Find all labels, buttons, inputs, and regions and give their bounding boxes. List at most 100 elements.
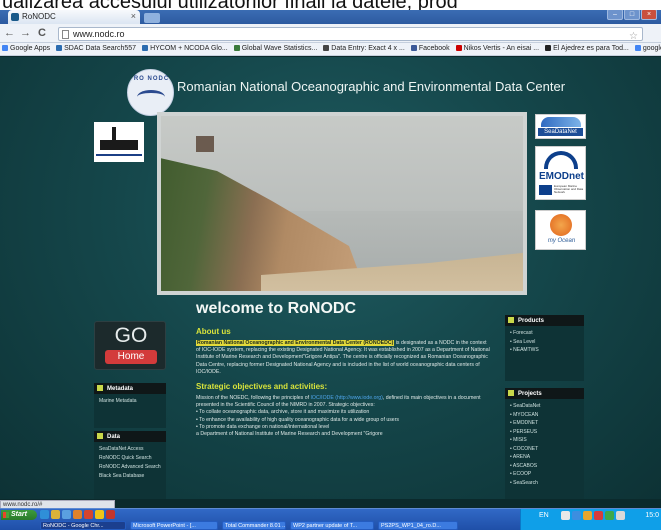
project-link[interactable]: • EMODNET (510, 420, 580, 426)
objective-item: • To collate oceanographic data, archive… (196, 409, 370, 416)
institute-logo[interactable] (94, 122, 144, 162)
bookmark-label: El Ajedrez es para Tod... (553, 45, 629, 52)
project-link[interactable]: • ARENA (510, 454, 580, 460)
tray-icons (561, 511, 625, 520)
forward-arrow-icon[interactable]: → (20, 27, 31, 39)
taskbar-button[interactable]: RoNODC - Google Chr... (40, 521, 126, 530)
quick-launch (40, 510, 115, 519)
data-title: Data (107, 434, 121, 440)
desktop-icon[interactable] (62, 510, 71, 519)
seadatanet-label: SeaDataNet (538, 128, 583, 136)
myocean-logo[interactable]: my Ocean (535, 210, 586, 250)
maximize-icon[interactable]: □ (624, 9, 640, 20)
home-label: Home (105, 350, 157, 364)
tray-icon[interactable] (572, 511, 581, 520)
chrome-icon[interactable] (95, 510, 104, 519)
project-link[interactable]: • ECOOP (510, 471, 580, 477)
metadata-title: Metadata (107, 386, 134, 392)
bookmark-item[interactable]: Facebook (409, 43, 454, 52)
centre-name-link[interactable]: Romanian National Oceanographic and Envi… (196, 340, 395, 346)
product-link[interactable]: • Forecast (510, 330, 580, 336)
site-title: Romanian National Oceanographic and Envi… (177, 79, 566, 94)
bookmark-label: Global Wave Statistics... (241, 45, 318, 52)
bookmark-item[interactable]: Global Wave Statistics... (232, 43, 322, 52)
bookmark-item[interactable]: google.com (633, 43, 661, 52)
emodnet-arc-icon (544, 151, 578, 169)
taskbar-button[interactable]: WP2 partner update of T... (290, 521, 374, 530)
office-icon[interactable] (84, 510, 93, 519)
tab-ronodc[interactable]: RoNODC × (8, 10, 140, 24)
emodnet-subtitle: European Marine Observation and Data Net… (554, 184, 584, 194)
taskbar-button[interactable]: Total Commander 8.01 ... (222, 521, 286, 530)
seadatanet-graphic (541, 117, 581, 127)
metadata-header: Metadata (94, 383, 166, 394)
project-link[interactable]: • SeaDataNet (510, 403, 580, 409)
mast-shape (112, 127, 116, 141)
seadatanet-logo[interactable]: SeaDataNet (535, 114, 586, 139)
reload-icon[interactable]: C (38, 27, 46, 39)
emodnet-logo[interactable]: EMODnet European Marine Observation and … (535, 146, 586, 200)
metadata-link[interactable]: Marine Metadata (99, 398, 162, 404)
about-title: About us (196, 327, 231, 336)
clock[interactable]: 15:0 (645, 512, 659, 519)
network-icon[interactable] (605, 511, 614, 520)
product-link[interactable]: • NEAMTWS (510, 347, 580, 353)
new-tab-button[interactable] (144, 13, 160, 23)
bookmark-icon (545, 45, 552, 51)
project-link[interactable]: • ASCABOS (510, 463, 580, 469)
iode-link[interactable]: IOC/IODE (http://www.iode.org) (310, 395, 382, 401)
bookmark-item[interactable]: El Ajedrez es para Tod... (543, 43, 633, 52)
bookmark-icon (2, 45, 8, 51)
minimize-icon[interactable]: – (607, 9, 623, 20)
taskbar-button[interactable]: PS2PS_WP1_04_ro.D... (378, 521, 458, 530)
strategic-paragraph: Mission of the NOEDC, following the prin… (196, 395, 490, 409)
bookmark-label: SDAC Data Search557 (64, 45, 137, 52)
language-indicator[interactable]: EN (539, 512, 549, 519)
projects-title: Projects (518, 391, 542, 397)
back-arrow-icon[interactable]: ← (4, 27, 15, 39)
folder-icon[interactable] (51, 510, 60, 519)
bullet-icon (97, 433, 103, 439)
tray-icon[interactable] (594, 511, 603, 520)
data-link[interactable]: SeaDataNet Access (99, 446, 162, 452)
project-link[interactable]: • COCONET (510, 446, 580, 452)
start-button[interactable]: Start (1, 510, 37, 520)
data-link[interactable]: RoNODC Advanced Search (99, 464, 162, 470)
project-link[interactable]: • MYOCEAN (510, 412, 580, 418)
close-tab-icon[interactable]: × (131, 11, 136, 21)
windows-taskbar: Start RoNODC - Google Chr... Microsoft Po… (0, 508, 661, 530)
address-bar[interactable]: www.nodc.ro ☆ (58, 27, 643, 42)
tray-icon[interactable] (583, 511, 592, 520)
tab-title: RoNODC (22, 12, 56, 21)
volume-icon[interactable] (616, 511, 625, 520)
water-line (96, 152, 142, 156)
tray-icon[interactable] (561, 511, 570, 520)
ronodc-logo[interactable]: RO NODC (127, 69, 174, 116)
go-home-button[interactable]: GO Home (94, 321, 166, 370)
bookmark-item[interactable]: Nikos Vertis - An eisai ... (454, 43, 543, 52)
bookmark-icon (56, 45, 63, 51)
project-link[interactable]: • SeaSearch (510, 480, 580, 486)
bookmark-item[interactable]: Google Apps (0, 43, 54, 52)
firefox-icon[interactable] (73, 510, 82, 519)
webpage: RO NODC Romanian National Oceanographic … (0, 57, 661, 499)
project-link[interactable]: • PERSEUS (510, 429, 580, 435)
bookmarks-bar: Google Apps SDAC Data Search557 HYCOM + NC… (0, 43, 661, 56)
product-link[interactable]: • Sea Level (510, 339, 580, 345)
bullet-icon (508, 390, 514, 396)
data-link[interactable]: RoNODC Quick Search (99, 455, 162, 461)
project-link[interactable]: • MISIS (510, 437, 580, 443)
ie-icon[interactable] (40, 510, 49, 519)
bookmark-item[interactable]: Data Entry: Exact 4 x ... (321, 43, 409, 52)
products-header: Products (505, 315, 584, 326)
taskbar-button[interactable]: Microsoft PowerPoint - [... (130, 521, 218, 530)
wave-icon (137, 90, 165, 104)
bookmark-item[interactable]: HYCOM + NCODA Glo... (140, 43, 232, 52)
bookmark-icon (410, 45, 417, 51)
close-window-icon[interactable]: × (641, 9, 657, 20)
bookmark-icon (233, 45, 240, 51)
data-link[interactable]: Black Sea Database (99, 473, 162, 479)
bookmark-star-icon[interactable]: ☆ (629, 31, 638, 42)
app-icon[interactable] (106, 510, 115, 519)
bookmark-item[interactable]: SDAC Data Search557 (54, 43, 140, 52)
